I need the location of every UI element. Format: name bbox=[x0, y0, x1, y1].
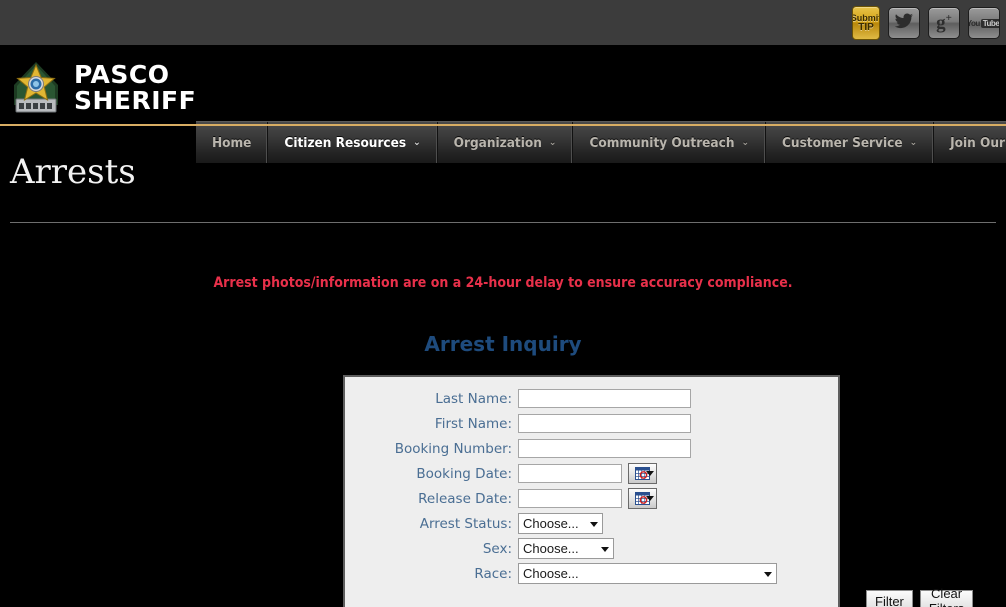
sex-select[interactable]: Choose... bbox=[518, 538, 614, 559]
twitter-icon bbox=[894, 13, 914, 33]
booking-date-input[interactable] bbox=[518, 464, 622, 483]
field-row-first-name: First Name: bbox=[345, 411, 838, 436]
calendar-dropdown-arrow-icon bbox=[646, 471, 654, 476]
last-name-input[interactable] bbox=[518, 389, 691, 408]
form-heading: Arrest Inquiry bbox=[424, 332, 582, 356]
booking-number-label: Booking Number: bbox=[394, 440, 512, 457]
field-row-arrest-status: Arrest Status: Choose... bbox=[345, 511, 838, 536]
twitter-button[interactable] bbox=[888, 7, 920, 39]
sheriff-star-badge-icon bbox=[8, 59, 64, 117]
release-date-input[interactable] bbox=[518, 489, 622, 508]
arrest-status-selected-value: Choose... bbox=[523, 516, 579, 531]
arrest-inquiry-form: Last Name: First Name: Booking Number: B… bbox=[343, 375, 974, 607]
sex-label: Sex: bbox=[482, 540, 512, 557]
nav-item-organization[interactable]: Organization ⌄ bbox=[438, 122, 574, 163]
chevron-down-icon bbox=[764, 571, 772, 577]
field-row-booking-date: Booking Date: bbox=[345, 461, 838, 486]
nav-item-community-outreach[interactable]: Community Outreach ⌄ bbox=[573, 122, 767, 163]
logo-line-1: PASCO bbox=[74, 60, 170, 89]
clear-filters-button[interactable]: Clear Filters bbox=[919, 586, 974, 607]
booking-date-calendar-icon[interactable] bbox=[628, 463, 657, 484]
chevron-down-icon: ⌄ bbox=[413, 137, 421, 148]
site-logo-text: PASCO SHERIFF bbox=[74, 62, 196, 114]
arrest-status-label: Arrest Status: bbox=[419, 515, 512, 532]
field-row-race: Race: Choose... bbox=[345, 561, 838, 586]
site-logo[interactable]: PASCO SHERIFF bbox=[8, 59, 196, 117]
social-links: Submit TIP g+ You Tube bbox=[852, 6, 1000, 40]
submit-tip-button[interactable]: Submit TIP bbox=[852, 6, 880, 40]
logo-line-2: SHERIFF bbox=[74, 86, 197, 115]
race-label: Race: bbox=[474, 565, 512, 582]
chevron-down-icon bbox=[601, 546, 609, 552]
release-date-label: Release Date: bbox=[418, 490, 512, 507]
site-header: PASCO SHERIFF Home Citizen Resources ⌄ O… bbox=[0, 45, 1006, 163]
nav-label: Organization bbox=[453, 134, 542, 151]
page-title: Arrests bbox=[10, 152, 136, 192]
submit-tip-line2: TIP bbox=[858, 21, 874, 33]
delay-notice: Arrest photos/information are on a 24-ho… bbox=[213, 275, 793, 291]
google-plus-button[interactable]: g+ bbox=[928, 7, 960, 39]
arrest-status-select[interactable]: Choose... bbox=[518, 513, 603, 534]
form-actions: Filter Clear Filters bbox=[345, 586, 974, 607]
title-divider bbox=[10, 222, 996, 223]
nav-label: Home bbox=[212, 134, 252, 151]
nav-label: Customer Service bbox=[782, 134, 903, 151]
field-row-booking-number: Booking Number: bbox=[345, 436, 838, 461]
field-row-last-name: Last Name: bbox=[345, 386, 838, 411]
top-utility-bar: Submit TIP g+ You Tube bbox=[0, 0, 1006, 45]
chevron-down-icon: ⌄ bbox=[909, 137, 918, 148]
calendar-dropdown-arrow-icon bbox=[646, 496, 654, 501]
page-root: Submit TIP g+ You Tube PASCO SHERIFF Hom… bbox=[0, 0, 1006, 607]
main-navigation: Home Citizen Resources ⌄ Organization ⌄ … bbox=[196, 121, 1006, 163]
booking-number-input[interactable] bbox=[518, 439, 691, 458]
field-row-sex: Sex: Choose... bbox=[345, 536, 838, 561]
release-date-calendar-icon[interactable] bbox=[628, 488, 657, 509]
filter-button[interactable]: Filter bbox=[866, 590, 913, 607]
field-row-release-date: Release Date: bbox=[345, 486, 838, 511]
sex-selected-value: Choose... bbox=[523, 541, 579, 556]
accent-divider bbox=[0, 124, 1006, 126]
google-plus-icon: g+ bbox=[936, 12, 952, 34]
nav-item-customer-service[interactable]: Customer Service ⌄ bbox=[766, 122, 935, 163]
race-selected-value: Choose... bbox=[523, 566, 579, 581]
nav-item-join-our-team[interactable]: Join Our Team ⌄ bbox=[934, 122, 1006, 163]
first-name-label: First Name: bbox=[434, 415, 512, 432]
chevron-down-icon: ⌄ bbox=[741, 137, 750, 148]
first-name-input[interactable] bbox=[518, 414, 691, 433]
nav-label: Join Our Team bbox=[950, 134, 1006, 151]
nav-item-citizen-resources[interactable]: Citizen Resources ⌄ bbox=[268, 122, 438, 163]
youtube-button[interactable]: You Tube bbox=[968, 7, 1000, 39]
chevron-down-icon: ⌄ bbox=[548, 137, 557, 148]
race-select[interactable]: Choose... bbox=[518, 563, 777, 584]
nav-label: Community Outreach bbox=[589, 134, 735, 151]
last-name-label: Last Name: bbox=[435, 390, 512, 407]
nav-label: Citizen Resources bbox=[284, 134, 407, 151]
nav-item-home[interactable]: Home bbox=[196, 122, 269, 163]
youtube-icon: You Tube bbox=[968, 18, 1000, 28]
booking-date-label: Booking Date: bbox=[416, 465, 512, 482]
chevron-down-icon bbox=[590, 521, 598, 527]
